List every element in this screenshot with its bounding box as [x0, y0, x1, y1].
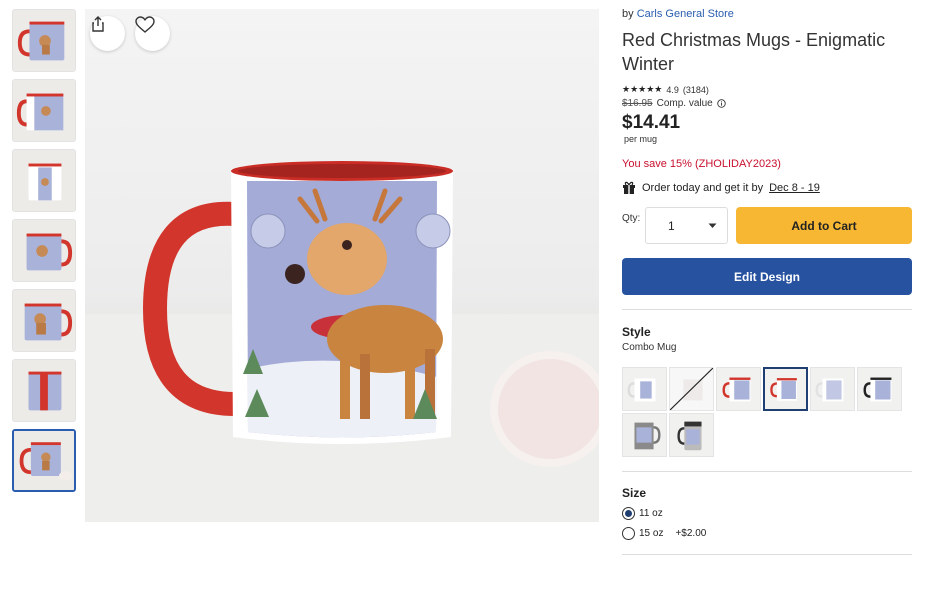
divider — [622, 471, 912, 472]
seller-line: by Carls General Store — [622, 8, 912, 20]
size-label: 15 oz — [639, 527, 664, 539]
main-product-image — [85, 9, 599, 522]
delivery-row: Order today and get it by Dec 8 - 19 — [622, 181, 912, 194]
price: $14.41 — [622, 112, 681, 133]
style-option-5[interactable] — [810, 367, 855, 411]
thumbnail-7-selected[interactable] — [12, 429, 76, 492]
quantity-select[interactable]: 1 — [645, 207, 728, 244]
style-option-8-travel[interactable] — [669, 413, 714, 457]
gift-icon — [623, 181, 635, 194]
chevron-down-icon — [708, 223, 717, 228]
rating-stars: ★★★★★ — [622, 84, 663, 94]
size-heading: Size — [622, 486, 647, 500]
heart-icon — [135, 16, 155, 33]
comp-value-row: $16.95 Comp. value — [622, 98, 912, 109]
divider — [622, 554, 912, 555]
thumbnail-2[interactable] — [12, 79, 76, 142]
radio-selected-icon[interactable] — [622, 506, 635, 520]
product-title: Red Christmas Mugs - Enigmatic Winter — [622, 30, 886, 74]
thumbnail-4[interactable] — [12, 219, 76, 282]
delivery-text: Order today and get it by — [642, 181, 764, 194]
delivery-dates-link[interactable]: Dec 8 - 19 — [769, 182, 820, 194]
style-options — [622, 367, 912, 457]
price-unit: per mug — [624, 134, 658, 144]
style-option-3[interactable] — [716, 367, 761, 411]
thumbnail-list — [12, 9, 78, 499]
radio-icon[interactable] — [622, 526, 635, 540]
share-button[interactable] — [90, 16, 125, 51]
comp-label: Comp. value — [656, 98, 713, 109]
favorite-button[interactable] — [135, 16, 170, 51]
share-icon — [92, 16, 104, 32]
style-option-6[interactable] — [857, 367, 902, 411]
style-option-2-unavailable[interactable] — [669, 367, 714, 411]
review-count: (3184) — [682, 84, 709, 95]
size-label: 11 oz — [639, 507, 663, 519]
style-option-4-selected[interactable] — [763, 367, 808, 411]
seller-link[interactable]: Carls General Store — [637, 8, 734, 20]
comp-price: $16.95 — [622, 98, 653, 109]
seller-prefix: by — [622, 8, 634, 20]
thumbnail-5[interactable] — [12, 289, 76, 352]
info-icon[interactable] — [717, 99, 726, 108]
rating-row[interactable]: ★★★★★ 4.9 (3184) — [622, 84, 912, 95]
size-option-15oz[interactable]: 15 oz +$2.00 — [622, 526, 912, 540]
style-heading: Style — [622, 325, 651, 339]
style-option-1[interactable] — [622, 367, 667, 411]
product-info-panel: by Carls General Store Red Christmas Mug… — [622, 8, 912, 555]
divider — [622, 309, 912, 310]
size-option-11oz[interactable]: 11 oz — [622, 506, 912, 520]
thumbnail-1[interactable] — [12, 9, 76, 72]
quantity-row: Qty: 1 Add to Cart — [622, 207, 912, 244]
savings-text: You save 15% (ZHOLIDAY2023) — [622, 158, 781, 170]
style-option-7-stein[interactable] — [622, 413, 667, 457]
rating-value: 4.9 — [666, 84, 679, 95]
style-selected-value: Combo Mug — [622, 342, 677, 353]
qty-label: Qty: — [622, 213, 641, 224]
mug-illustration — [85, 161, 599, 522]
size-extra-price: +$2.00 — [675, 527, 707, 539]
edit-design-button[interactable]: Edit Design — [622, 258, 912, 295]
thumbnail-6[interactable] — [12, 359, 76, 422]
thumbnail-3[interactable] — [12, 149, 76, 212]
add-to-cart-button[interactable]: Add to Cart — [736, 207, 912, 244]
quantity-value: 1 — [668, 218, 675, 233]
